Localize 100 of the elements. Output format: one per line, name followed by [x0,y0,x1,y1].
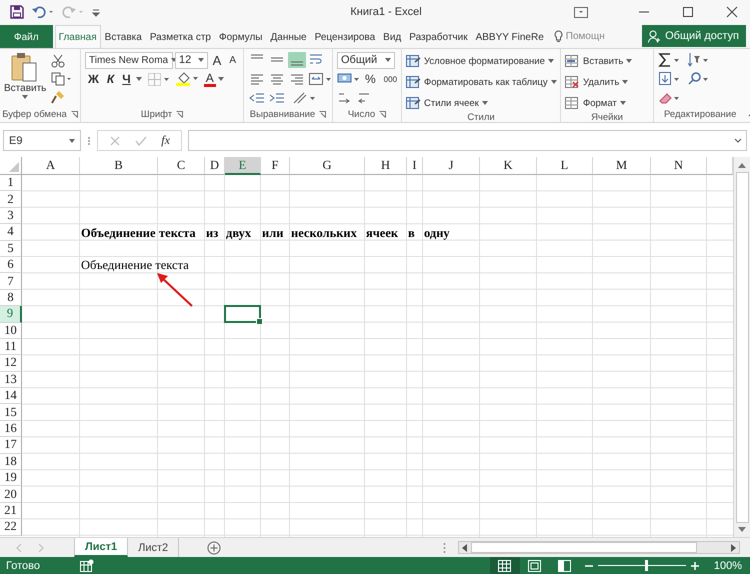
macro-record-icon[interactable] [80,559,94,572]
row-header[interactable]: 4 [0,224,22,241]
cells-menu-button[interactable]: Вставить [565,52,649,70]
share-button[interactable]: Общий доступ [642,25,746,47]
drag-handle-icon[interactable] [87,134,91,146]
add-sheet-icon[interactable] [207,540,222,554]
row-header[interactable]: 21 [0,502,22,520]
dialog-launcher-icon[interactable] [70,110,78,118]
dialog-launcher-icon[interactable] [176,110,184,118]
row-header[interactable]: 12 [0,355,22,372]
percent-button[interactable]: % [365,72,376,86]
row-header[interactable]: 17 [0,437,22,454]
column-header[interactable]: F [261,157,290,175]
row-header[interactable]: 15 [0,404,22,421]
dialog-launcher-icon[interactable] [379,110,386,118]
scroll-up-icon[interactable] [738,162,746,168]
increase-indent-icon[interactable] [268,91,286,105]
column-header[interactable]: B [80,157,158,175]
column-header[interactable]: N [651,157,707,175]
styles-menu-button[interactable]: Условное форматирование [406,52,556,70]
row-header[interactable]: 22 [0,519,22,536]
search-icon[interactable] [688,71,710,87]
expand-icon[interactable] [734,138,742,144]
formula-input[interactable] [188,130,747,151]
fill-down-icon[interactable] [658,71,682,87]
zoom-in-icon[interactable] [690,562,699,570]
align-left-icon[interactable] [248,72,266,86]
ribbon-tab[interactable]: Формулы [214,25,266,48]
save-icon[interactable] [10,5,24,19]
column-header[interactable]: A [22,157,80,175]
scissors-icon[interactable] [51,54,66,68]
row-header[interactable]: 11 [0,338,22,356]
insert-function-button[interactable]: fx [161,133,170,148]
cells-menu-button[interactable]: Формат [565,94,649,112]
column-header[interactable]: E [225,157,261,175]
row-header[interactable]: 7 [0,273,22,290]
paste-button[interactable]: Вставить [4,52,46,106]
column-header[interactable]: H [365,157,407,175]
maximize-icon[interactable] [682,6,694,18]
scroll-left-icon[interactable] [462,544,468,552]
column-header[interactable]: M [593,157,651,175]
scroll-down-icon[interactable] [738,527,746,533]
sum-icon[interactable] [658,52,682,68]
number-format-field[interactable]: Общий [337,52,395,68]
bold-button[interactable]: Ж [85,72,102,86]
styles-menu-button[interactable]: Стили ячеек [406,94,556,112]
row-header[interactable]: 2 [0,191,22,208]
row-header[interactable]: 13 [0,372,22,388]
column-header[interactable]: L [537,157,593,175]
row-header[interactable]: 10 [0,322,22,339]
file-tab[interactable]: Файл [0,25,53,48]
decrease-indent-icon[interactable] [248,91,266,105]
customize-toolbar-icon[interactable] [92,7,100,17]
vertical-align-icon[interactable] [288,52,306,68]
ribbon-tab[interactable]: ABBYY FineRe [472,25,548,48]
undo-icon[interactable] [32,5,54,19]
thousands-button[interactable]: 000 [384,74,398,84]
close-icon[interactable] [726,6,738,18]
row-header[interactable]: 9 [0,306,22,323]
font-size-field[interactable]: 12 [175,52,208,68]
font-color-button[interactable]: A [204,72,216,86]
merge-cells-icon[interactable] [308,72,332,86]
ribbon-tab[interactable]: Данные [266,25,311,48]
ribbon-tab[interactable]: Разработчик [405,25,472,48]
ribbon-tab[interactable]: Вид [379,25,406,48]
name-box[interactable]: E9 [3,130,81,151]
row-header[interactable]: 16 [0,420,22,438]
column-header[interactable]: I [407,157,423,175]
row-header[interactable]: 1 [0,175,22,192]
italic-button[interactable]: К [104,72,118,86]
zoom-slider-thumb[interactable] [645,560,648,571]
row-header[interactable]: 6 [0,256,22,274]
align-right-icon[interactable] [288,72,306,86]
scrollbar-thumb[interactable] [471,542,697,553]
grow-font-button[interactable]: A [210,52,224,68]
row-header[interactable]: 19 [0,470,22,486]
caret-icon[interactable] [218,77,224,81]
row-header[interactable]: 3 [0,208,22,224]
shrink-font-button[interactable]: A [226,54,239,66]
borders-icon[interactable] [148,72,170,86]
scroll-right-icon[interactable] [730,544,736,552]
dialog-launcher-icon[interactable] [319,110,326,118]
drag-handle-icon[interactable] [443,542,446,554]
ribbon-display-icon[interactable] [574,6,588,18]
normal-view-button[interactable] [490,557,520,574]
scrollbar-thumb[interactable] [736,172,748,523]
orientation-icon[interactable] [292,91,316,105]
row-header[interactable]: 20 [0,486,22,503]
sort-filter-icon[interactable] [688,52,710,68]
format-painter-icon[interactable] [51,90,66,104]
copy-icon[interactable] [51,72,74,86]
caret-icon[interactable] [136,77,142,81]
horizontal-scrollbar[interactable] [458,541,740,554]
sheet-tab[interactable]: Лист1 [74,538,128,557]
cells-menu-button[interactable]: Удалить [565,73,649,91]
ribbon-tab[interactable]: Главная [54,25,101,48]
row-header[interactable]: 5 [0,240,22,257]
column-header[interactable]: C [158,157,205,175]
column-header[interactable]: J [423,157,480,175]
align-center-icon[interactable] [268,72,286,86]
